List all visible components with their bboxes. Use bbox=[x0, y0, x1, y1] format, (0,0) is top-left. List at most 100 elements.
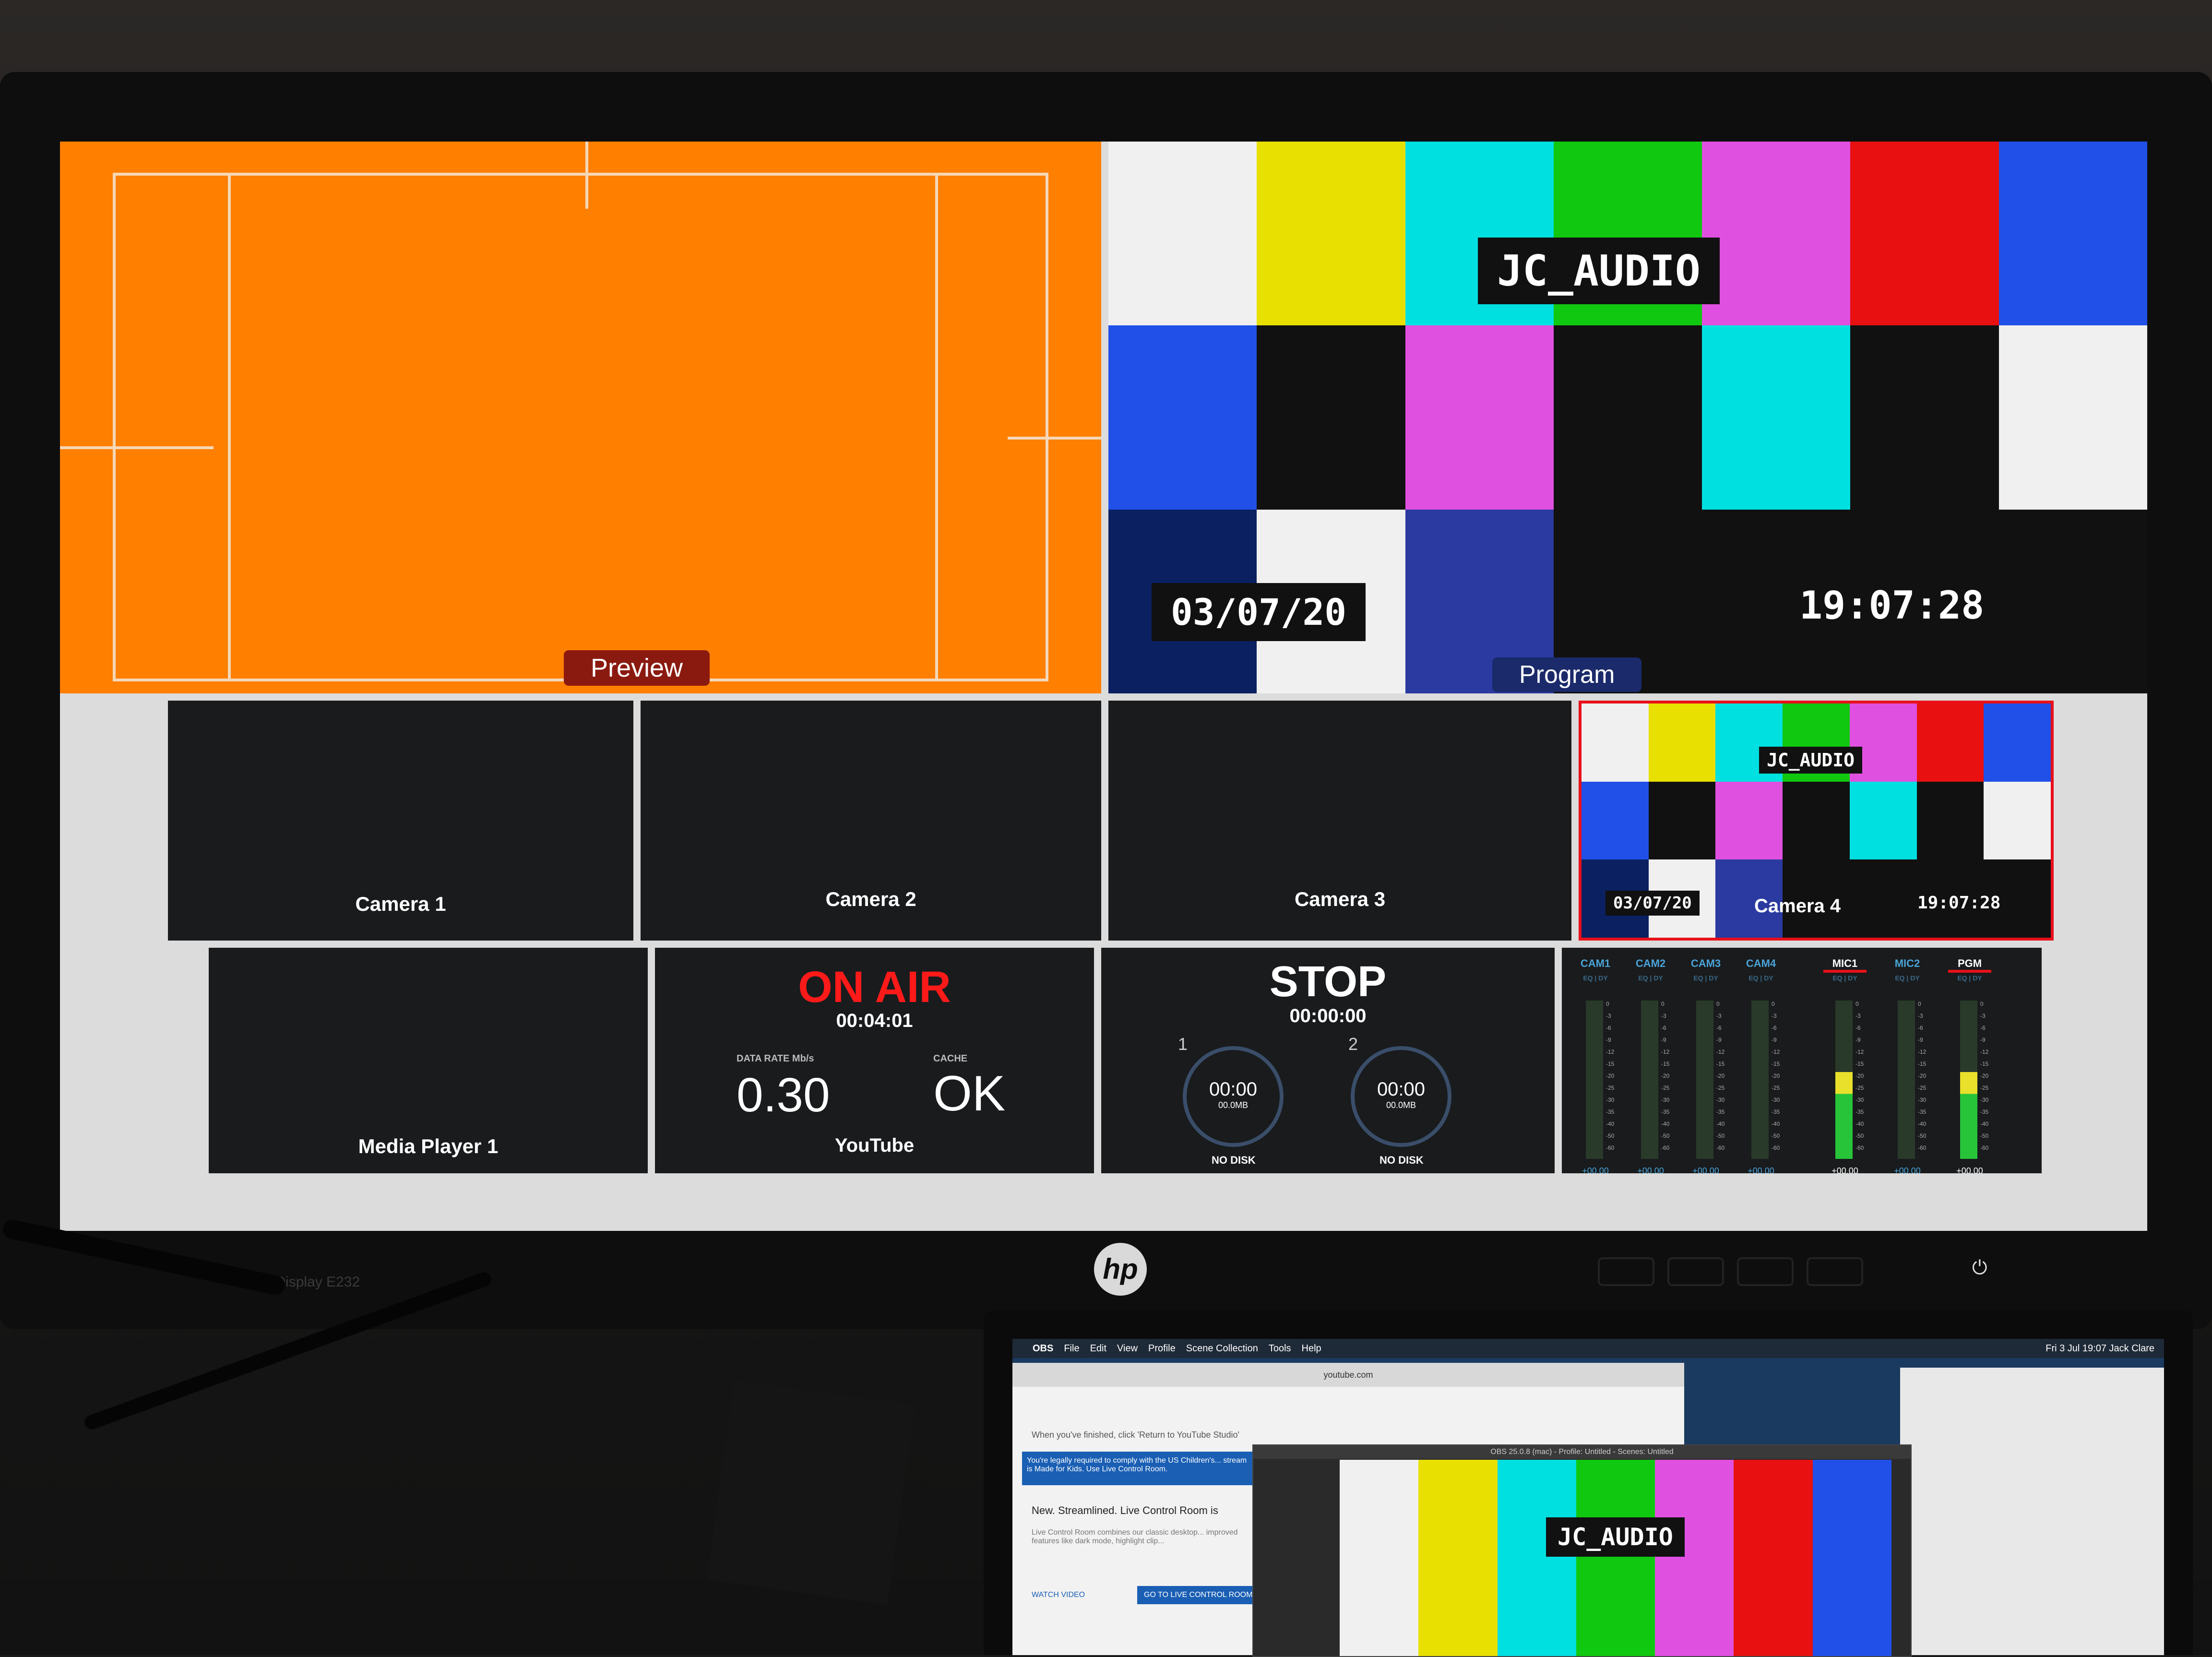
audio-scale-tick: 0 bbox=[1772, 1001, 1775, 1007]
menu-scene-collection[interactable]: Scene Collection bbox=[1186, 1343, 1258, 1354]
record-duration: 00:00:00 bbox=[1289, 1005, 1367, 1026]
browser-instruction: When you've finished, click 'Return to Y… bbox=[1032, 1430, 1239, 1440]
audio-meter bbox=[1696, 1001, 1713, 1159]
obs-title-bar: OBS 25.0.8 (mac) - Profile: Untitled - S… bbox=[1253, 1445, 1911, 1459]
audio-meter bbox=[1641, 1001, 1658, 1159]
audio-scale-tick: -35 bbox=[1606, 1109, 1615, 1115]
audio-editor-window[interactable] bbox=[1900, 1368, 2164, 1655]
audio-scale-tick: -20 bbox=[1980, 1073, 1989, 1079]
camera-1-window[interactable]: Camera 1 bbox=[168, 701, 633, 941]
menu-profile[interactable]: Profile bbox=[1148, 1343, 1176, 1354]
camera-3-window[interactable]: Camera 3 bbox=[1108, 701, 1571, 941]
audio-scale-tick: -9 bbox=[1661, 1037, 1666, 1043]
audio-scale-tick: -40 bbox=[1716, 1121, 1725, 1127]
power-icon[interactable]: ⏻ bbox=[1972, 1257, 1987, 1279]
camera-2-label: Camera 2 bbox=[825, 888, 916, 910]
audio-scale-tick: -30 bbox=[1661, 1097, 1670, 1103]
media-player-1-window[interactable]: Media Player 1 bbox=[209, 948, 648, 1173]
audio-scale: 0 -3 -6 -9 -12 -15 -20 -25 -30 -35 -40 -50 -60 bbox=[1980, 998, 1988, 1154]
audio-scale-tick: -50 bbox=[1606, 1132, 1615, 1139]
audio-scale-tick: -60 bbox=[1772, 1144, 1780, 1151]
browser-heading: New. Streamlined. Live Control Room is bbox=[1032, 1504, 1218, 1516]
program-date: 03/07/20 bbox=[1152, 583, 1366, 641]
audio-scale-tick: -12 bbox=[1980, 1049, 1989, 1055]
menu-help[interactable]: Help bbox=[1302, 1343, 1321, 1354]
go-to-live-control-room-button[interactable]: GO TO LIVE CONTROL ROOM bbox=[1137, 1586, 1260, 1604]
disk-1-gauge: 00:00 00.0MB bbox=[1183, 1046, 1284, 1147]
audio-scale: 0 -3 -6 -9 -12 -15 -20 -25 -30 -35 -40 -50 -60 bbox=[1772, 998, 1780, 1154]
browser-notice: You're legally required to comply with t… bbox=[1022, 1452, 1252, 1485]
audio-scale-tick: 0 bbox=[1980, 1001, 1984, 1007]
monitor-button-3[interactable] bbox=[1737, 1257, 1794, 1286]
audio-scale-tick: -50 bbox=[1772, 1132, 1780, 1139]
audio-scale-tick: -40 bbox=[1606, 1121, 1615, 1127]
audio-scale-tick: -15 bbox=[1716, 1061, 1725, 1067]
hp-logo-icon: hp bbox=[1094, 1243, 1147, 1296]
audio-scale-tick: -35 bbox=[1855, 1109, 1864, 1115]
audio-scale-tick: -50 bbox=[1980, 1132, 1989, 1139]
datarate-value: 0.30 bbox=[737, 1068, 830, 1122]
media-player-1-label: Media Player 1 bbox=[358, 1135, 499, 1157]
audio-scale-tick: -25 bbox=[1772, 1085, 1780, 1091]
stream-duration: 00:04:01 bbox=[836, 1010, 913, 1031]
audio-scale-tick: -6 bbox=[1606, 1025, 1611, 1031]
audio-scale-tick: -30 bbox=[1980, 1097, 1989, 1103]
menu-edit[interactable]: Edit bbox=[1090, 1343, 1106, 1354]
program-window[interactable]: JC_AUDIO 03/07/20 19:07:28 Program bbox=[1108, 142, 2147, 693]
menu-file[interactable]: File bbox=[1064, 1343, 1079, 1354]
menu-obs[interactable]: OBS bbox=[1033, 1343, 1053, 1354]
audio-scale-tick: -60 bbox=[1980, 1144, 1989, 1151]
center-mark-top bbox=[585, 142, 588, 209]
center-mark-right bbox=[1008, 437, 1101, 440]
audio-scale-tick: -20 bbox=[1918, 1073, 1927, 1079]
audio-channel-label: CAM3 bbox=[1690, 957, 1721, 969]
laptop-screen: OBS File Edit View Profile Scene Collect… bbox=[1012, 1339, 2164, 1657]
audio-scale-tick: -20 bbox=[1661, 1073, 1670, 1079]
audio-scale-tick: -40 bbox=[1855, 1121, 1864, 1127]
obs-preview[interactable]: JC_AUDIO bbox=[1340, 1460, 1891, 1656]
menu-clock-user[interactable]: Fri 3 Jul 19:07 Jack Clare bbox=[2046, 1343, 2154, 1354]
audio-scale-tick: 0 bbox=[1716, 1001, 1720, 1007]
audio-scale-tick: -15 bbox=[1918, 1061, 1927, 1067]
menu-view[interactable]: View bbox=[1117, 1343, 1138, 1354]
audio-channel-sub: EQ | DY bbox=[1693, 974, 1718, 982]
obs-overlay-title: JC_AUDIO bbox=[1546, 1517, 1685, 1557]
audio-scale: 0 -3 -6 -9 -12 -15 -20 -25 -30 -35 -40 -50 -60 bbox=[1716, 998, 1724, 1154]
camera-4-window[interactable]: JC_AUDIO 03/07/20 19:07:28 Camera 4 bbox=[1579, 701, 2054, 941]
monitor-button-1[interactable] bbox=[1598, 1257, 1654, 1286]
audio-scale-tick: -30 bbox=[1606, 1097, 1615, 1103]
audio-scale-tick: 0 bbox=[1661, 1001, 1665, 1007]
disk-2-status: NO DISK bbox=[1380, 1154, 1424, 1166]
audio-scale: 0 -3 -6 -9 -12 -15 -20 -25 -30 -35 -40 -50 -60 bbox=[1661, 998, 1669, 1154]
disk-1-number: 1 bbox=[1178, 1034, 1188, 1054]
audio-scale-tick: -3 bbox=[1661, 1013, 1666, 1019]
audio-scale-tick: -35 bbox=[1716, 1109, 1725, 1115]
audio-channel-value: +00.00 bbox=[1894, 1166, 1921, 1173]
mac-menu-bar: OBS File Edit View Profile Scene Collect… bbox=[1012, 1339, 2164, 1358]
camera-4-label: Camera 4 bbox=[1754, 895, 1841, 917]
audio-scale-tick: -60 bbox=[1606, 1144, 1615, 1151]
audio-channel-value: +00.00 bbox=[1582, 1166, 1609, 1173]
audio-channel-sub: EQ | DY bbox=[1895, 974, 1920, 982]
audio-scale-tick: -9 bbox=[1855, 1037, 1861, 1043]
obs-window[interactable]: OBS 25.0.8 (mac) - Profile: Untitled - S… bbox=[1252, 1444, 1912, 1657]
monitor-button-2[interactable] bbox=[1667, 1257, 1724, 1286]
audio-channel-label: PGM bbox=[1948, 957, 1991, 973]
audio-scale-tick: -60 bbox=[1716, 1144, 1725, 1151]
safe-area-inner bbox=[228, 173, 938, 681]
watch-video-link[interactable]: WATCH VIDEO bbox=[1032, 1591, 1085, 1599]
menu-tools[interactable]: Tools bbox=[1269, 1343, 1291, 1354]
camera-2-window[interactable]: Camera 2 bbox=[641, 701, 1101, 941]
on-air-status: ON AIR bbox=[798, 963, 951, 1012]
audio-channel-sub: EQ | DY bbox=[1957, 974, 1982, 982]
audio-scale-tick: -12 bbox=[1606, 1049, 1615, 1055]
browser-url[interactable]: youtube.com bbox=[1323, 1370, 1373, 1380]
preview-window[interactable]: Preview bbox=[60, 142, 1101, 693]
audio-scale-tick: -25 bbox=[1855, 1085, 1864, 1091]
browser-url-bar[interactable]: youtube.com bbox=[1012, 1363, 1684, 1387]
audio-scale-tick: -12 bbox=[1661, 1049, 1670, 1055]
monitor-button-4[interactable] bbox=[1807, 1257, 1863, 1286]
audio-scale-tick: -35 bbox=[1661, 1109, 1670, 1115]
audio-scale-tick: -60 bbox=[1661, 1144, 1670, 1151]
audio-scale-tick: -3 bbox=[1772, 1013, 1777, 1019]
